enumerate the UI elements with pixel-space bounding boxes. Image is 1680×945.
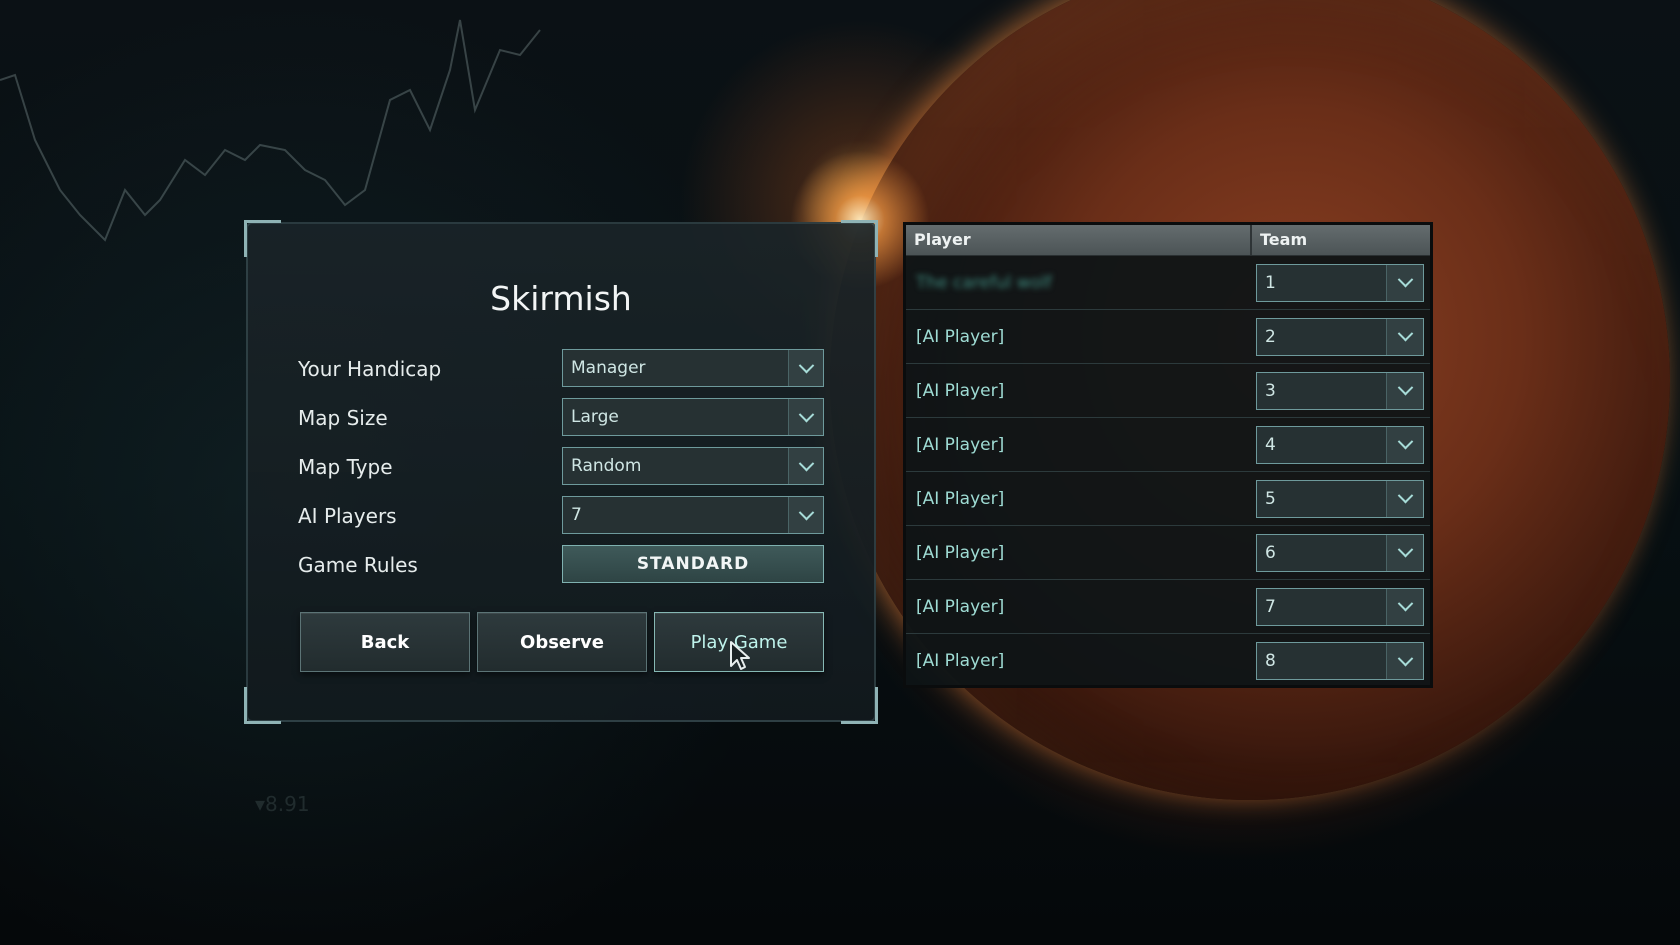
background-graph-line <box>0 19 541 242</box>
team-dropdown[interactable]: 2 <box>1256 317 1424 356</box>
team-dropdown[interactable]: 6 <box>1256 533 1424 572</box>
chevron-down-icon <box>1397 541 1413 558</box>
player-team-table: Player Team The careful wolf 1 [AI Playe… <box>903 222 1433 688</box>
map-type-label: Map Type <box>298 455 393 479</box>
team-value: 2 <box>1265 326 1276 347</box>
chevron-down-icon <box>798 406 814 422</box>
map-type-dropdown-toggle[interactable] <box>788 448 823 484</box>
table-row: [AI Player] 3 <box>906 364 1430 418</box>
team-dropdown-toggle[interactable] <box>1386 426 1423 463</box>
team-dropdown[interactable]: 3 <box>1256 371 1424 410</box>
ai-players-dropdown-toggle[interactable] <box>788 497 823 533</box>
team-value: 1 <box>1265 272 1276 293</box>
chevron-down-icon <box>1397 595 1413 612</box>
team-value: 5 <box>1265 488 1276 509</box>
background-readout: ▾8.91 <box>255 792 310 816</box>
team-dropdown-toggle[interactable] <box>1386 264 1423 301</box>
player-name: [AI Player] <box>916 488 1005 509</box>
team-column-header: Team <box>1260 230 1308 249</box>
map-type-row: Map Type Random <box>298 447 828 487</box>
table-row: [AI Player] 5 <box>906 472 1430 526</box>
game-rules-row: Game Rules STANDARD <box>298 545 828 585</box>
table-row: [AI Player] 2 <box>906 310 1430 364</box>
team-dropdown[interactable]: 4 <box>1256 425 1424 464</box>
team-dropdown-toggle[interactable] <box>1386 372 1423 409</box>
game-rules-button[interactable]: STANDARD <box>562 545 824 583</box>
team-value: 4 <box>1265 434 1276 455</box>
team-dropdown-toggle[interactable] <box>1386 480 1423 517</box>
player-name: [AI Player] <box>916 596 1005 617</box>
chevron-down-icon <box>798 504 814 520</box>
map-size-dropdown[interactable]: Large <box>562 398 824 436</box>
table-row: [AI Player] 7 <box>906 580 1430 634</box>
map-size-row: Map Size Large <box>298 398 828 438</box>
ai-players-label: AI Players <box>298 504 397 528</box>
team-dropdown[interactable]: 1 <box>1256 263 1424 302</box>
team-dropdown-toggle[interactable] <box>1386 534 1423 571</box>
handicap-value: Manager <box>571 358 646 378</box>
game-screen: ▾8.91 Skirmish Your Handicap Manager Map… <box>0 0 1680 945</box>
map-type-value: Random <box>571 456 642 476</box>
chevron-down-icon <box>1397 379 1413 396</box>
table-row: [AI Player] 8 <box>906 634 1430 688</box>
player-name: [AI Player] <box>916 542 1005 563</box>
game-rules-label: Game Rules <box>298 553 418 577</box>
player-name: [AI Player] <box>916 380 1005 401</box>
team-value: 7 <box>1265 596 1276 617</box>
panel-corner-decoration <box>244 687 281 724</box>
table-row: The careful wolf 1 <box>906 256 1430 310</box>
table-row: [AI Player] 6 <box>906 526 1430 580</box>
handicap-row: Your Handicap Manager <box>298 349 828 389</box>
chevron-down-icon <box>1397 433 1413 450</box>
observe-button[interactable]: Observe <box>477 612 647 672</box>
panel-corner-decoration <box>841 687 878 724</box>
map-size-label: Map Size <box>298 406 388 430</box>
chevron-down-icon <box>1397 271 1413 288</box>
map-size-value: Large <box>571 407 619 427</box>
ai-players-row: AI Players 7 <box>298 496 828 536</box>
ai-players-value: 7 <box>571 505 582 525</box>
chevron-down-icon <box>1397 650 1413 666</box>
panel-corner-decoration <box>841 220 878 257</box>
skirmish-panel: Skirmish Your Handicap Manager Map Size … <box>244 220 878 724</box>
table-header: Player Team <box>906 225 1430 256</box>
team-dropdown-toggle[interactable] <box>1386 643 1423 679</box>
chevron-down-icon <box>798 357 814 373</box>
player-name: [AI Player] <box>916 326 1005 347</box>
player-name: [AI Player] <box>916 651 1005 671</box>
team-dropdown[interactable]: 7 <box>1256 587 1424 626</box>
map-type-dropdown[interactable]: Random <box>562 447 824 485</box>
back-button[interactable]: Back <box>300 612 470 672</box>
mouse-cursor-icon <box>730 641 750 670</box>
player-name: The careful wolf <box>916 272 1052 293</box>
team-dropdown-toggle[interactable] <box>1386 318 1423 355</box>
chevron-down-icon <box>1397 325 1413 342</box>
team-dropdown[interactable]: 5 <box>1256 479 1424 518</box>
team-value: 3 <box>1265 380 1276 401</box>
table-row: [AI Player] 4 <box>906 418 1430 472</box>
panel-title: Skirmish <box>490 279 632 318</box>
chevron-down-icon <box>1397 487 1413 504</box>
chevron-down-icon <box>798 455 814 471</box>
handicap-dropdown-toggle[interactable] <box>788 350 823 386</box>
ai-players-dropdown[interactable]: 7 <box>562 496 824 534</box>
player-name: [AI Player] <box>916 434 1005 455</box>
handicap-dropdown[interactable]: Manager <box>562 349 824 387</box>
player-column-header: Player <box>906 225 1252 255</box>
team-dropdown[interactable]: 8 <box>1256 642 1424 680</box>
team-value: 8 <box>1265 651 1276 671</box>
map-size-dropdown-toggle[interactable] <box>788 399 823 435</box>
panel-corner-decoration <box>244 220 281 257</box>
team-value: 6 <box>1265 542 1276 563</box>
team-dropdown-toggle[interactable] <box>1386 588 1423 625</box>
handicap-label: Your Handicap <box>298 357 442 381</box>
